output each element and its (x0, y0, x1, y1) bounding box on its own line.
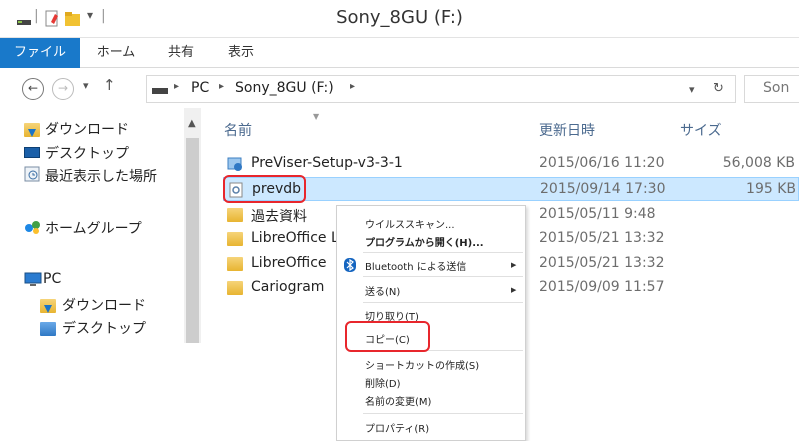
download-folder-icon (40, 299, 56, 313)
file-row[interactable]: PreViser-Setup-v3-3-1 2015/06/16 11:20 5… (223, 152, 799, 176)
tab-home[interactable]: ホーム (86, 38, 146, 68)
menu-separator (363, 276, 523, 277)
refresh-icon[interactable]: ↻ (713, 81, 724, 96)
folder-icon (227, 257, 243, 271)
file-date: 2015/09/09 11:57 (539, 279, 665, 295)
file-row-selected[interactable]: prevdb 2015/09/14 17:30 195 KB (223, 177, 799, 201)
ribbon: ファイル ホーム 共有 表示 (0, 38, 799, 68)
back-button[interactable]: ← (22, 78, 44, 100)
nav-item-pc[interactable]: PC (43, 271, 61, 287)
menu-item-properties[interactable]: プロパティ(R) (365, 420, 429, 435)
window-title: Sony_8GU (F:) (336, 7, 463, 28)
folder-icon (227, 281, 243, 295)
file-date: 2015/09/14 17:30 (540, 181, 666, 197)
homegroup-icon (25, 221, 40, 234)
recent-dropdown-icon[interactable]: ▾ (83, 79, 89, 92)
installer-icon (227, 157, 242, 171)
menu-item-send-to[interactable]: 送る(N) (365, 283, 400, 298)
breadcrumb-chevron-icon[interactable]: ▸ (174, 81, 179, 92)
file-name: LibreOffice L (251, 230, 339, 246)
search-input[interactable]: Son (763, 80, 789, 96)
pc-icon (24, 272, 42, 286)
file-name: LibreOffice (251, 255, 327, 271)
nav-item-pc-downloads[interactable]: ダウンロード (62, 295, 146, 315)
highlight-box-file (223, 175, 306, 203)
search-box[interactable]: Son (744, 75, 799, 103)
address-row: ← → ▾ ↑ ▸ PC ▸ Sony_8GU (F:) ▸ ▾ ↻ Son (0, 72, 799, 106)
menu-item-virus-scan[interactable]: ウイルススキャン... (365, 216, 455, 231)
bluetooth-icon (344, 258, 356, 272)
menu-separator (363, 302, 523, 303)
column-header-size[interactable]: サイズ (680, 120, 722, 140)
nav-scrollbar[interactable]: ▲ (184, 108, 201, 343)
tab-file[interactable]: ファイル (0, 38, 80, 68)
scroll-up-icon[interactable]: ▲ (188, 118, 196, 129)
menu-item-rename[interactable]: 名前の変更(M) (365, 393, 431, 408)
nav-item-desktop[interactable]: デスクトップ (45, 143, 129, 163)
tab-share[interactable]: 共有 (156, 38, 206, 68)
download-folder-icon (24, 123, 40, 137)
menu-separator (363, 413, 523, 414)
nav-item-recent[interactable]: 最近表示した場所 (45, 166, 157, 186)
file-date: 2015/05/21 13:32 (539, 255, 665, 271)
file-date: 2015/05/11 9:48 (539, 206, 656, 222)
nav-item-downloads[interactable]: ダウンロード (45, 119, 129, 139)
nav-item-pc-desktop[interactable]: デスクトップ (62, 318, 146, 338)
breadcrumb-chevron-icon[interactable]: ▸ (350, 81, 355, 92)
title-bar: | ▾ | Sony_8GU (F:) (0, 0, 799, 38)
file-name: Cariogram (251, 279, 325, 295)
file-name: PreViser-Setup-v3-3-1 (251, 155, 403, 171)
breadcrumb-chevron-icon[interactable]: ▸ (219, 81, 224, 92)
up-button[interactable]: ↑ (103, 76, 116, 94)
nav-item-homegroup[interactable]: ホームグループ (45, 218, 142, 238)
highlight-box-copy (345, 321, 430, 352)
menu-item-bluetooth[interactable]: Bluetooth による送信 (365, 258, 466, 273)
forward-button[interactable]: → (52, 78, 74, 100)
file-size: 56,008 KB (722, 155, 795, 171)
folder-icon (227, 208, 243, 222)
file-size: 195 KB (746, 181, 796, 197)
breadcrumb-pc[interactable]: PC (191, 80, 209, 96)
breadcrumb-drive[interactable]: Sony_8GU (F:) (235, 80, 334, 96)
file-name: 過去資料 (251, 209, 307, 225)
desktop-icon (24, 147, 40, 158)
column-header-date[interactable]: 更新日時 (539, 120, 595, 140)
submenu-arrow-icon: ▶ (511, 261, 517, 269)
desktop-folder-icon (40, 322, 56, 336)
menu-item-open-with[interactable]: プログラムから開く(H)... (365, 234, 484, 249)
address-dropdown-icon[interactable]: ▾ (689, 83, 695, 96)
scroll-thumb[interactable] (186, 138, 199, 343)
menu-item-delete[interactable]: 削除(D) (365, 375, 401, 390)
file-date: 2015/05/21 13:32 (539, 230, 665, 246)
menu-separator (363, 252, 523, 253)
tab-view[interactable]: 表示 (216, 38, 266, 68)
menu-item-create-shortcut[interactable]: ショートカットの作成(S) (365, 357, 479, 372)
address-bar[interactable]: ▸ PC ▸ Sony_8GU (F:) ▸ ▾ ↻ (146, 75, 736, 103)
sort-indicator-icon: ▼ (313, 112, 320, 121)
recent-places-icon (24, 166, 40, 182)
submenu-arrow-icon: ▶ (511, 286, 517, 294)
folder-icon (227, 232, 243, 246)
file-date: 2015/06/16 11:20 (539, 155, 665, 171)
drive-icon (152, 88, 168, 94)
column-header-name[interactable]: 名前 (224, 120, 252, 140)
